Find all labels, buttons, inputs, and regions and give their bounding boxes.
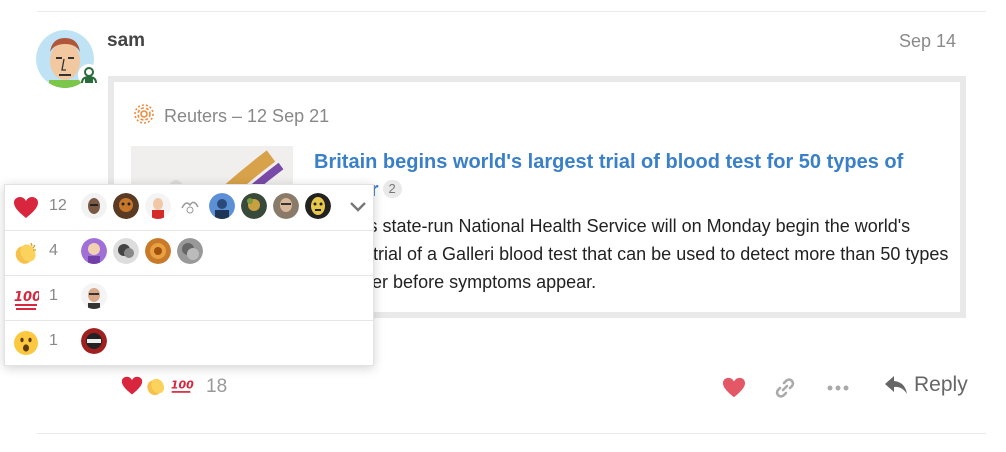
reaction-row-open-mouth[interactable]: 1 <box>5 320 373 365</box>
post-username[interactable]: sam <box>107 30 145 52</box>
user-avatar[interactable] <box>177 238 203 264</box>
user-avatar[interactable] <box>209 193 235 219</box>
like-button[interactable] <box>720 373 748 403</box>
heart-icon <box>723 377 745 398</box>
more-actions-button[interactable] <box>824 373 852 403</box>
user-avatar[interactable] <box>273 193 299 219</box>
reply-icon <box>885 376 907 394</box>
hundred-points-emoji-icon: 100 <box>171 379 194 393</box>
copy-link-button[interactable] <box>771 373 799 403</box>
user-avatar[interactable] <box>81 328 107 354</box>
heart-emoji-icon <box>13 195 39 221</box>
post-date[interactable]: Sep 14 <box>899 31 956 52</box>
clapping-hands-emoji-icon <box>13 240 39 266</box>
reply-label: Reply <box>914 373 968 396</box>
ellipsis-icon <box>827 385 849 391</box>
reaction-count: 1 <box>49 332 58 349</box>
user-avatar[interactable] <box>145 238 171 264</box>
user-avatar[interactable] <box>81 193 107 219</box>
reaction-row-heart[interactable]: 12 <box>5 185 373 231</box>
svg-text:100: 100 <box>171 379 194 392</box>
svg-text:100: 100 <box>14 290 39 305</box>
user-avatar[interactable] <box>113 238 139 264</box>
article-excerpt: Britain's state-run National Health Serv… <box>314 216 949 292</box>
reactions-popup: 12 4 100 1 1 <box>4 184 374 366</box>
reuters-logo-icon <box>134 104 154 129</box>
hundred-points-emoji-icon: 100 <box>13 285 41 311</box>
reaction-row-clap[interactable]: 4 <box>5 230 373 276</box>
user-avatar[interactable] <box>145 193 171 219</box>
moderator-flair-icon <box>78 64 100 86</box>
reply-button[interactable]: Reply <box>884 373 968 397</box>
user-avatar[interactable] <box>113 193 139 219</box>
reaction-count: 12 <box>49 197 67 214</box>
chevron-down-icon[interactable] <box>345 193 371 219</box>
top-divider <box>37 11 986 12</box>
link-source[interactable]: Reuters – 12 Sep 21 <box>134 104 329 129</box>
link-icon <box>775 378 795 398</box>
article-title[interactable]: Britain begins world's largest trial of … <box>314 151 903 201</box>
user-avatar[interactable] <box>177 193 203 219</box>
reactions-summary[interactable]: 100 <box>120 375 194 397</box>
user-avatar[interactable] <box>241 193 267 219</box>
reactions-total-count[interactable]: 18 <box>206 376 227 398</box>
clapping-hands-emoji-icon <box>147 378 165 396</box>
open-mouth-emoji-icon <box>13 330 39 356</box>
reaction-users <box>81 328 107 354</box>
link-click-count: 2 <box>382 180 402 198</box>
article-title-link[interactable]: Britain begins world's largest trial of … <box>314 148 944 204</box>
reaction-users <box>81 238 203 264</box>
user-avatar[interactable] <box>81 283 107 309</box>
reaction-row-100[interactable]: 100 1 <box>5 275 373 321</box>
bottom-divider <box>37 433 986 434</box>
link-source-text: Reuters – 12 Sep 21 <box>164 106 330 126</box>
reaction-count: 4 <box>49 242 58 259</box>
reaction-users <box>81 283 107 309</box>
reaction-count: 1 <box>49 287 58 304</box>
heart-emoji-icon <box>121 376 143 395</box>
user-avatar[interactable] <box>81 238 107 264</box>
reaction-users <box>81 193 331 219</box>
user-avatar[interactable] <box>305 193 331 219</box>
